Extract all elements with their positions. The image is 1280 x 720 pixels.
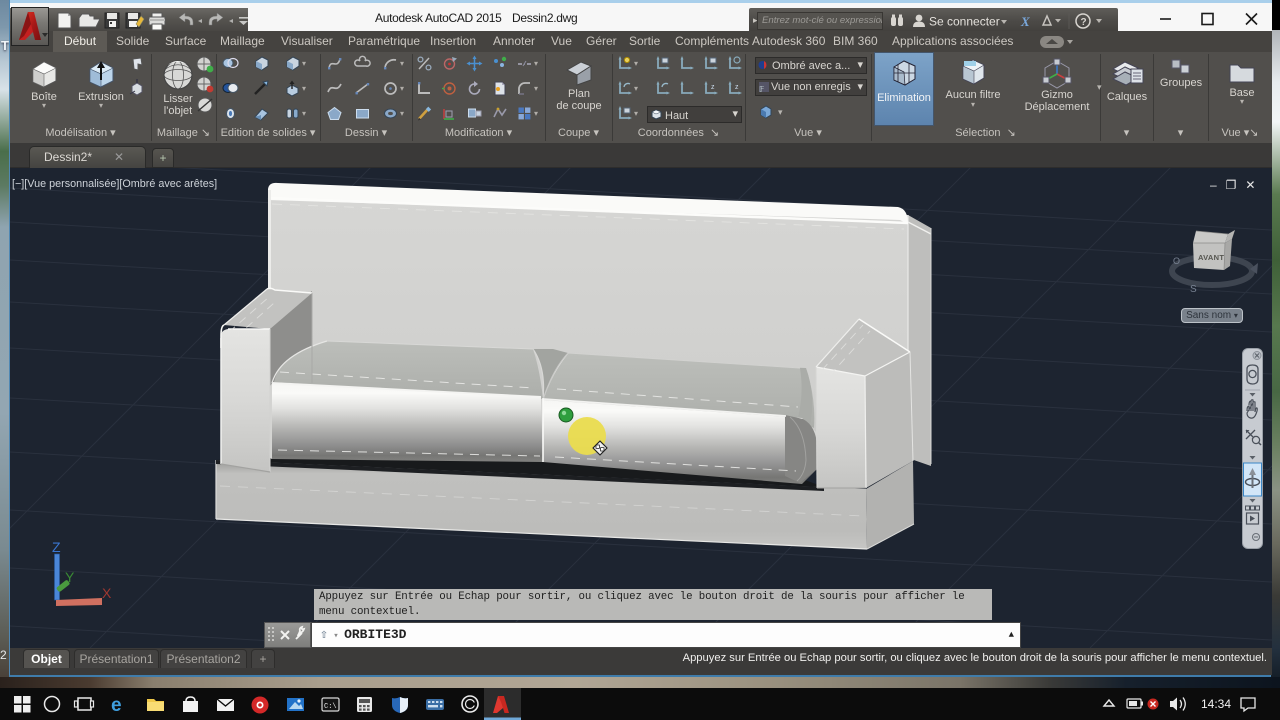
svg-text:Se connecter: Se connecter: [929, 15, 1000, 29]
svg-text:z: z: [711, 84, 715, 91]
svg-text:Y: Y: [65, 569, 75, 585]
svg-text:O: O: [1173, 256, 1180, 266]
svg-text:14:34: 14:34: [1201, 697, 1231, 711]
svg-text:Z: Z: [52, 539, 61, 555]
svg-text:S: S: [1190, 284, 1197, 295]
svg-text:AVANT: AVANT: [1198, 253, 1224, 262]
svg-text:e: e: [111, 695, 122, 716]
svg-text:z: z: [735, 84, 739, 91]
svg-text:X: X: [102, 585, 112, 601]
svg-text:C:\: C:\: [324, 703, 337, 711]
svg-text:?: ?: [1081, 17, 1087, 28]
svg-text:X: X: [1020, 14, 1030, 29]
